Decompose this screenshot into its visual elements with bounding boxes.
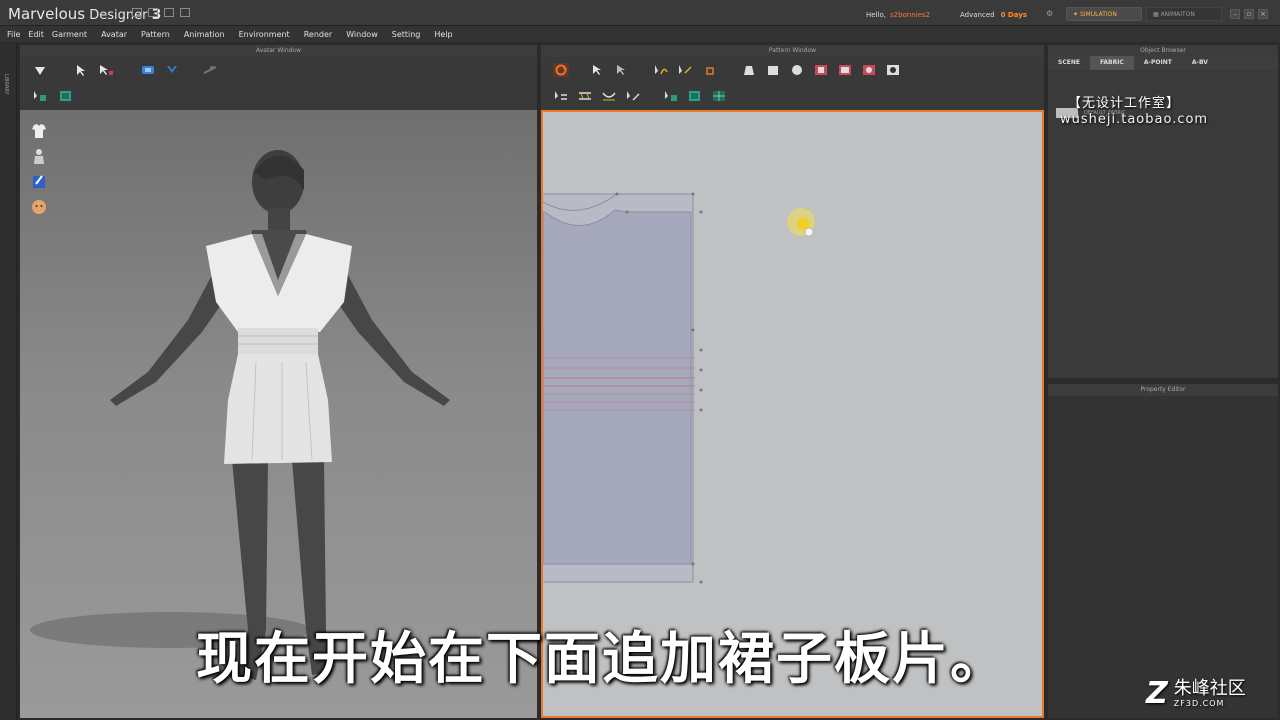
tab-scene[interactable]: SCENE [1048, 56, 1090, 70]
object-browser-tabs: SCENE FABRIC A-POINT A-BV [1048, 56, 1278, 70]
show-texture-icon[interactable] [58, 89, 74, 103]
add-point-icon[interactable] [653, 63, 669, 77]
menu-edit[interactable]: Edit [28, 30, 52, 39]
redo-icon[interactable] [180, 8, 190, 17]
watermark-studio-name: 【无设计工作室】 [1068, 96, 1181, 111]
avatar-window-header: Avatar Window [20, 45, 537, 57]
tab-a-point[interactable]: A-POINT [1134, 56, 1182, 70]
title-bar: Marvelous Designer 3 Hello, s2bonnies2 Ad… [0, 0, 1280, 26]
m-n-sewing-icon[interactable] [601, 89, 617, 103]
rectangle-icon[interactable] [765, 63, 781, 77]
menu-bar: File Edit Garment Avatar Pattern Animati… [0, 26, 1280, 42]
grid-texture-icon[interactable] [711, 89, 727, 103]
fabric-list: DEFAULT_FABRIC 【无设计工作室】 wusheji.taobao.c… [1048, 70, 1278, 378]
show-pattern-icon[interactable] [663, 89, 679, 103]
user-greeting: Hello, s2bonnies2 [866, 11, 931, 19]
edit-point-icon[interactable] [615, 63, 631, 77]
maximize-icon[interactable]: ▫ [1244, 9, 1254, 19]
site-logo-mark: Z [1146, 676, 1168, 711]
menu-environment[interactable]: Environment [239, 30, 304, 39]
pattern-toolbar [541, 57, 1044, 110]
animation-mode-button[interactable]: ▦ ANIMAITON [1146, 7, 1222, 21]
site-logo-en: ZF3D.COM [1173, 699, 1225, 708]
menu-file[interactable]: File [7, 30, 28, 39]
library-strip[interactable]: LIBRARY [0, 44, 17, 720]
menu-pattern[interactable]: Pattern [141, 30, 184, 39]
internal-rectangle-icon[interactable] [837, 63, 853, 77]
property-editor-header: Property Editor [1048, 384, 1278, 396]
avatar-toolbar [20, 57, 537, 110]
site-logo: Z 朱峰社区 ZF3D.COM [1146, 676, 1246, 711]
object-browser: SCENE FABRIC A-POINT A-BV DEFAULT_FABRIC… [1048, 56, 1278, 378]
site-logo-cn: 朱峰社区 [1173, 678, 1246, 699]
tab-a-bv[interactable]: A-BV [1182, 56, 1218, 70]
edit-sewing-icon[interactable] [625, 89, 641, 103]
undo-icon[interactable] [164, 8, 174, 17]
tab-fabric[interactable]: FABRIC [1089, 56, 1134, 70]
show-avatar-icon[interactable] [32, 89, 48, 103]
circle-icon[interactable] [789, 63, 805, 77]
watermark-url: wusheji.taobao.com [1060, 112, 1209, 127]
pattern-window-header: Pattern Window [541, 45, 1044, 57]
internal-polygon-icon[interactable] [813, 63, 829, 77]
transform-pattern-icon[interactable] [591, 63, 607, 77]
sync-icon[interactable] [553, 63, 569, 77]
select-move-icon[interactable] [32, 63, 48, 77]
tack-icon[interactable] [140, 63, 156, 77]
open-icon[interactable] [148, 8, 158, 17]
video-subtitle: 现在开始在下面追加裙子板片。 [196, 627, 1008, 692]
menu-help[interactable]: Help [434, 30, 460, 39]
close-icon[interactable]: × [1258, 9, 1268, 19]
select-pin-icon[interactable] [98, 63, 114, 77]
dart-icon[interactable] [885, 63, 901, 77]
menu-avatar[interactable]: Avatar [101, 30, 141, 39]
settings-icon[interactable]: ⚙ [1046, 10, 1054, 18]
internal-circle-icon[interactable] [861, 63, 877, 77]
polygon-icon[interactable] [741, 63, 757, 77]
save-icon[interactable] [132, 8, 142, 17]
pattern-texture-icon[interactable] [687, 89, 703, 103]
measure-icon[interactable] [202, 63, 218, 77]
simulation-mode-button[interactable]: ✦ SIMULATION [1066, 7, 1142, 21]
edit-curve-icon[interactable] [677, 63, 693, 77]
select-mesh-icon[interactable] [74, 63, 90, 77]
menu-animation[interactable]: Animation [184, 30, 239, 39]
license-status: Advanced 0 Days [960, 11, 1027, 19]
menu-setting[interactable]: Setting [392, 30, 435, 39]
user-name[interactable]: s2bonnies2 [890, 11, 930, 19]
minimize-icon[interactable]: – [1230, 9, 1240, 19]
menu-render[interactable]: Render [304, 30, 346, 39]
arrangement-icon[interactable] [164, 63, 180, 77]
segment-sewing-icon[interactable] [553, 89, 569, 103]
library-label[interactable]: LIBRARY [3, 74, 9, 95]
curve-point-icon[interactable] [701, 63, 717, 77]
menu-garment[interactable]: Garment [52, 30, 101, 39]
free-sewing-icon[interactable] [577, 89, 593, 103]
quick-access-toolbar [132, 8, 190, 17]
property-editor [1048, 396, 1278, 718]
menu-window[interactable]: Window [346, 30, 392, 39]
